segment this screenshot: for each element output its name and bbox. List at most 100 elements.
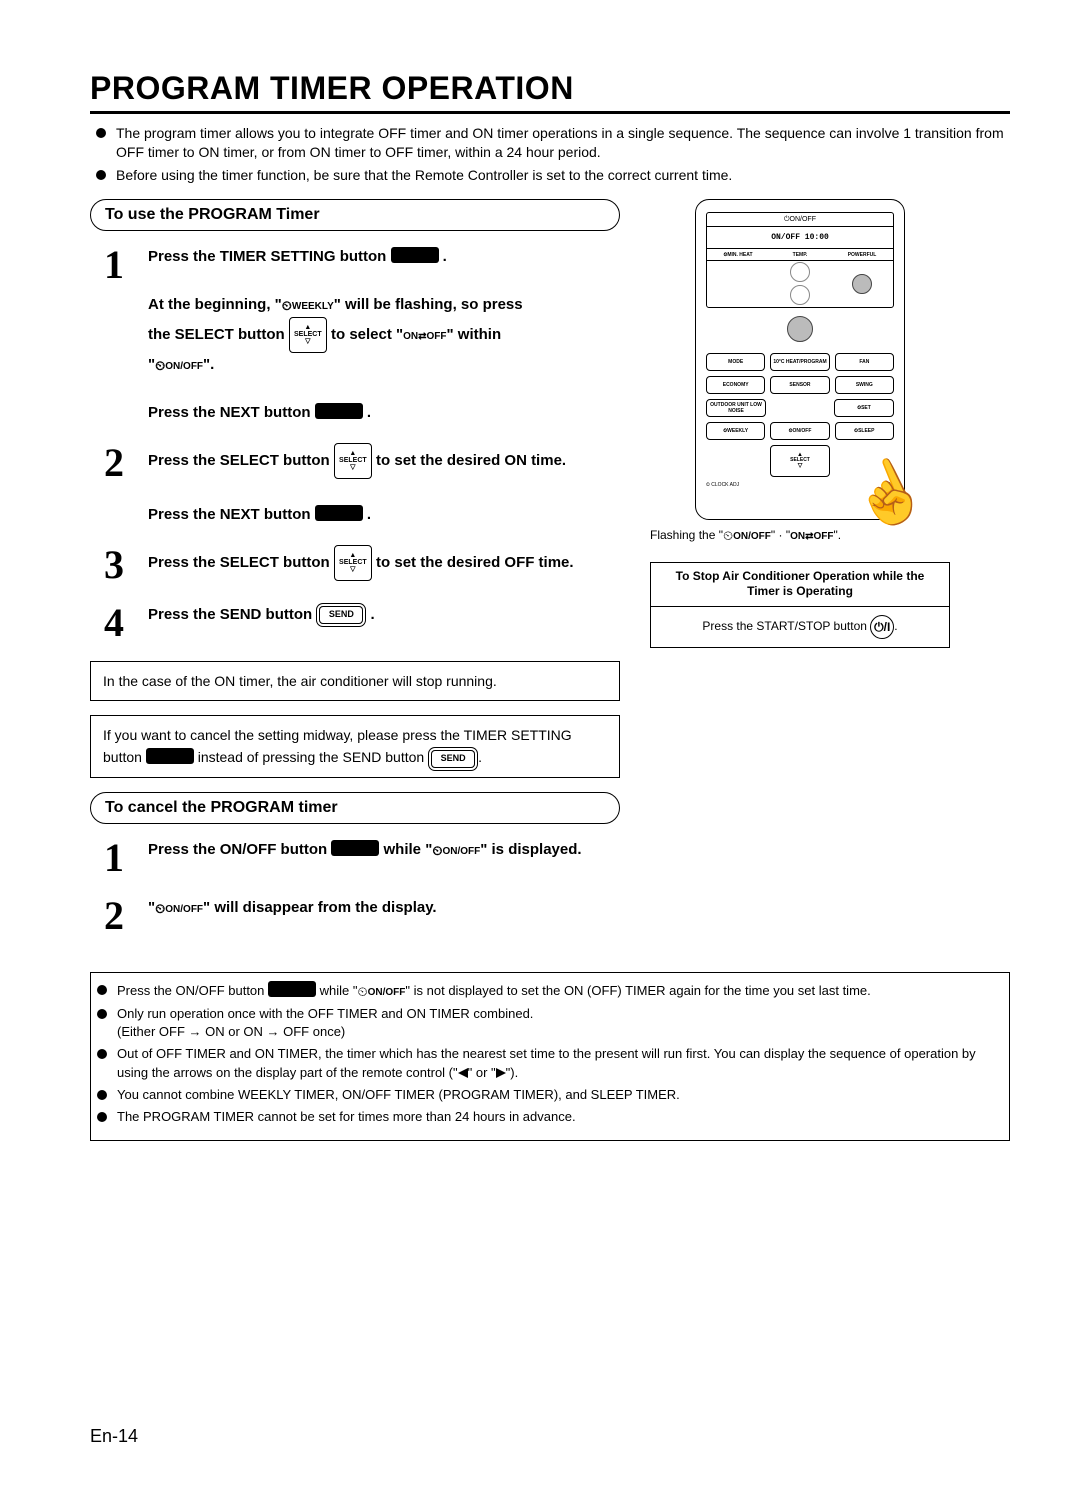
step-number: 3: [104, 545, 148, 585]
flashing-note: Flashing the "⏲ON/OFF" · "ON⇄OFF".: [650, 528, 950, 544]
step1-t3: the SELECT button: [148, 326, 289, 343]
blank: [771, 399, 829, 417]
bullet-icon: [97, 1090, 107, 1100]
remote-select-button: ▲ SELECT ▽: [770, 445, 831, 477]
note-2: Only run operation once with the OFF TIM…: [117, 1005, 533, 1041]
lcd-time-display: ON/OFF 10:00: [707, 227, 893, 249]
timer-setting-button-icon: [146, 748, 194, 764]
note-on-timer-stops: In the case of the ON timer, the air con…: [90, 661, 620, 701]
clock-icon: ⏲: [155, 901, 165, 916]
clock-icon: ⏲: [432, 843, 442, 858]
onoff-glyph: ON⇄OFF: [790, 531, 833, 542]
mode-button: MODE: [706, 353, 765, 371]
onoff-glyph: ON⇄OFF: [403, 331, 446, 342]
c1d: " is displayed.: [480, 841, 581, 858]
step-number: 1: [104, 838, 148, 878]
send-button-icon: SEND: [319, 606, 363, 624]
step3-t1: Press the SELECT button: [148, 554, 334, 571]
temp-down-button: [790, 285, 810, 305]
step1-line1: Press the TIMER SETTING button: [148, 248, 391, 265]
clock-icon: ⏲: [282, 298, 292, 313]
step1-next: Press the NEXT button: [148, 404, 315, 421]
timer-setting-button-icon: [391, 247, 439, 263]
select-button-icon: ▲SELECT▽: [334, 545, 372, 581]
start-stop-button: [787, 316, 813, 342]
step-1: 1 Press the TIMER SETTING button . At th…: [104, 245, 620, 425]
fan-button: FAN: [835, 353, 894, 371]
weekly-label: WEEKLY: [292, 301, 334, 312]
intro-block: The program timer allows you to integrat…: [90, 124, 1010, 185]
select-button-label: SELECT: [339, 457, 367, 464]
c2c: " will disappear from the display.: [203, 899, 437, 916]
onoff-label: ON/OFF: [165, 361, 203, 372]
page-title: PROGRAM TIMER OPERATION: [90, 70, 1010, 107]
remote-illustration: ⏻ON/OFF ON/OFF 10:00 ⏲MIN. HEAT TEMP. PO…: [650, 199, 950, 648]
page-number: En-14: [90, 1426, 138, 1447]
bullet-icon: [96, 128, 106, 138]
bullet-icon: [97, 1009, 107, 1019]
sleep-button: ⏲SLEEP: [835, 422, 894, 440]
swing-button: SWING: [835, 376, 894, 394]
stop-box-body: Press the START/STOP button: [702, 619, 870, 633]
clock-adj-label: ⏲ CLOCK ADJ: [706, 482, 765, 488]
res-label: RES: [835, 482, 894, 488]
step-2: 2 Press the SELECT button ▲SELECT▽ to se…: [104, 443, 620, 527]
step1-t5: " within: [447, 326, 502, 343]
onoff-timer-button: ⏲ON/OFF: [770, 422, 829, 440]
note-5: The PROGRAM TIMER cannot be set for time…: [117, 1108, 576, 1126]
c1a: Press the ON/OFF button: [148, 841, 331, 858]
note-cancel-midway: If you want to cancel the setting midway…: [90, 715, 620, 778]
use-program-timer-header: To use the PROGRAM Timer: [90, 199, 620, 231]
step2-t1: Press the SELECT button: [148, 452, 334, 469]
n1d: " is not displayed to set the ON (OFF) T…: [405, 983, 870, 998]
q2: ".: [203, 356, 214, 373]
cancel-step-1: 1 Press the ON/OFF button while "⏲ON/OFF…: [104, 838, 620, 878]
step1-t2: " will be ﬂashing, so press: [334, 296, 523, 313]
step2-next: Press the NEXT button: [148, 506, 315, 523]
sensor-button: SENSOR: [770, 376, 829, 394]
c1b: while ": [384, 841, 433, 858]
lcd-label-powerful: POWERFUL: [831, 249, 893, 260]
lcd-label-minheat: ⏲MIN. HEAT: [707, 249, 769, 260]
step-number: 2: [104, 443, 148, 483]
stop-operation-box: To Stop Air Conditioner Operation while …: [650, 562, 950, 648]
fn3: " · ": [771, 528, 790, 542]
onoff-label: ON/OFF: [368, 987, 406, 998]
n2: Only run operation once with the OFF TIM…: [117, 1006, 533, 1021]
intro-text-2: Before using the timer function, be sure…: [116, 166, 732, 185]
stop-box-header: To Stop Air Conditioner Operation while …: [651, 563, 949, 607]
send-label: SEND: [329, 610, 354, 619]
step3-t2: to set the desired OFF time.: [376, 554, 574, 571]
title-underline: [90, 111, 1010, 114]
onoff-label: ON/OFF: [165, 904, 203, 915]
next-button-icon: [315, 403, 363, 419]
n1b: while ": [320, 983, 358, 998]
step1-t4: to select ": [331, 326, 403, 343]
temp-up-button: [790, 262, 810, 282]
note2b: instead of pressing the SEND button: [198, 749, 428, 765]
note-1: Press the ON/OFF button while "⏲ON/OFF" …: [117, 981, 871, 1001]
send-button-icon: SEND: [431, 750, 475, 768]
fn2: ON/OFF: [733, 531, 771, 542]
select-button-label: SELECT: [294, 331, 322, 338]
lcd-top-indicator: ⏻ON/OFF: [707, 213, 893, 227]
step-4: 4 Press the SEND button SEND .: [104, 603, 620, 643]
n2sub: (Either OFF → ON or ON → OFF once): [117, 1024, 345, 1039]
arrow-left-icon: [458, 1068, 468, 1078]
lcd-label-temp: TEMP.: [769, 249, 831, 260]
step1-t: At the beginning, ": [148, 296, 282, 313]
select-button-icon: ▲SELECT▽: [334, 443, 372, 479]
onoff-button-icon: [268, 981, 316, 997]
bullet-icon: [97, 1049, 107, 1059]
economy-button: ECONOMY: [706, 376, 765, 394]
fn1: Flashing the ": [650, 528, 723, 542]
select-button-label: SELECT: [339, 559, 367, 566]
intro-text-1: The program timer allows you to integrat…: [116, 124, 1010, 162]
cancel-program-timer-header: To cancel the PROGRAM timer: [90, 792, 620, 824]
lownoise-button: OUTDOOR UNIT LOW NOISE: [706, 399, 766, 417]
next-button-icon: [315, 505, 363, 521]
bullet-icon: [96, 170, 106, 180]
n3b: " or ": [468, 1065, 496, 1080]
fn4: ".: [833, 528, 841, 542]
step-number: 2: [104, 896, 148, 936]
